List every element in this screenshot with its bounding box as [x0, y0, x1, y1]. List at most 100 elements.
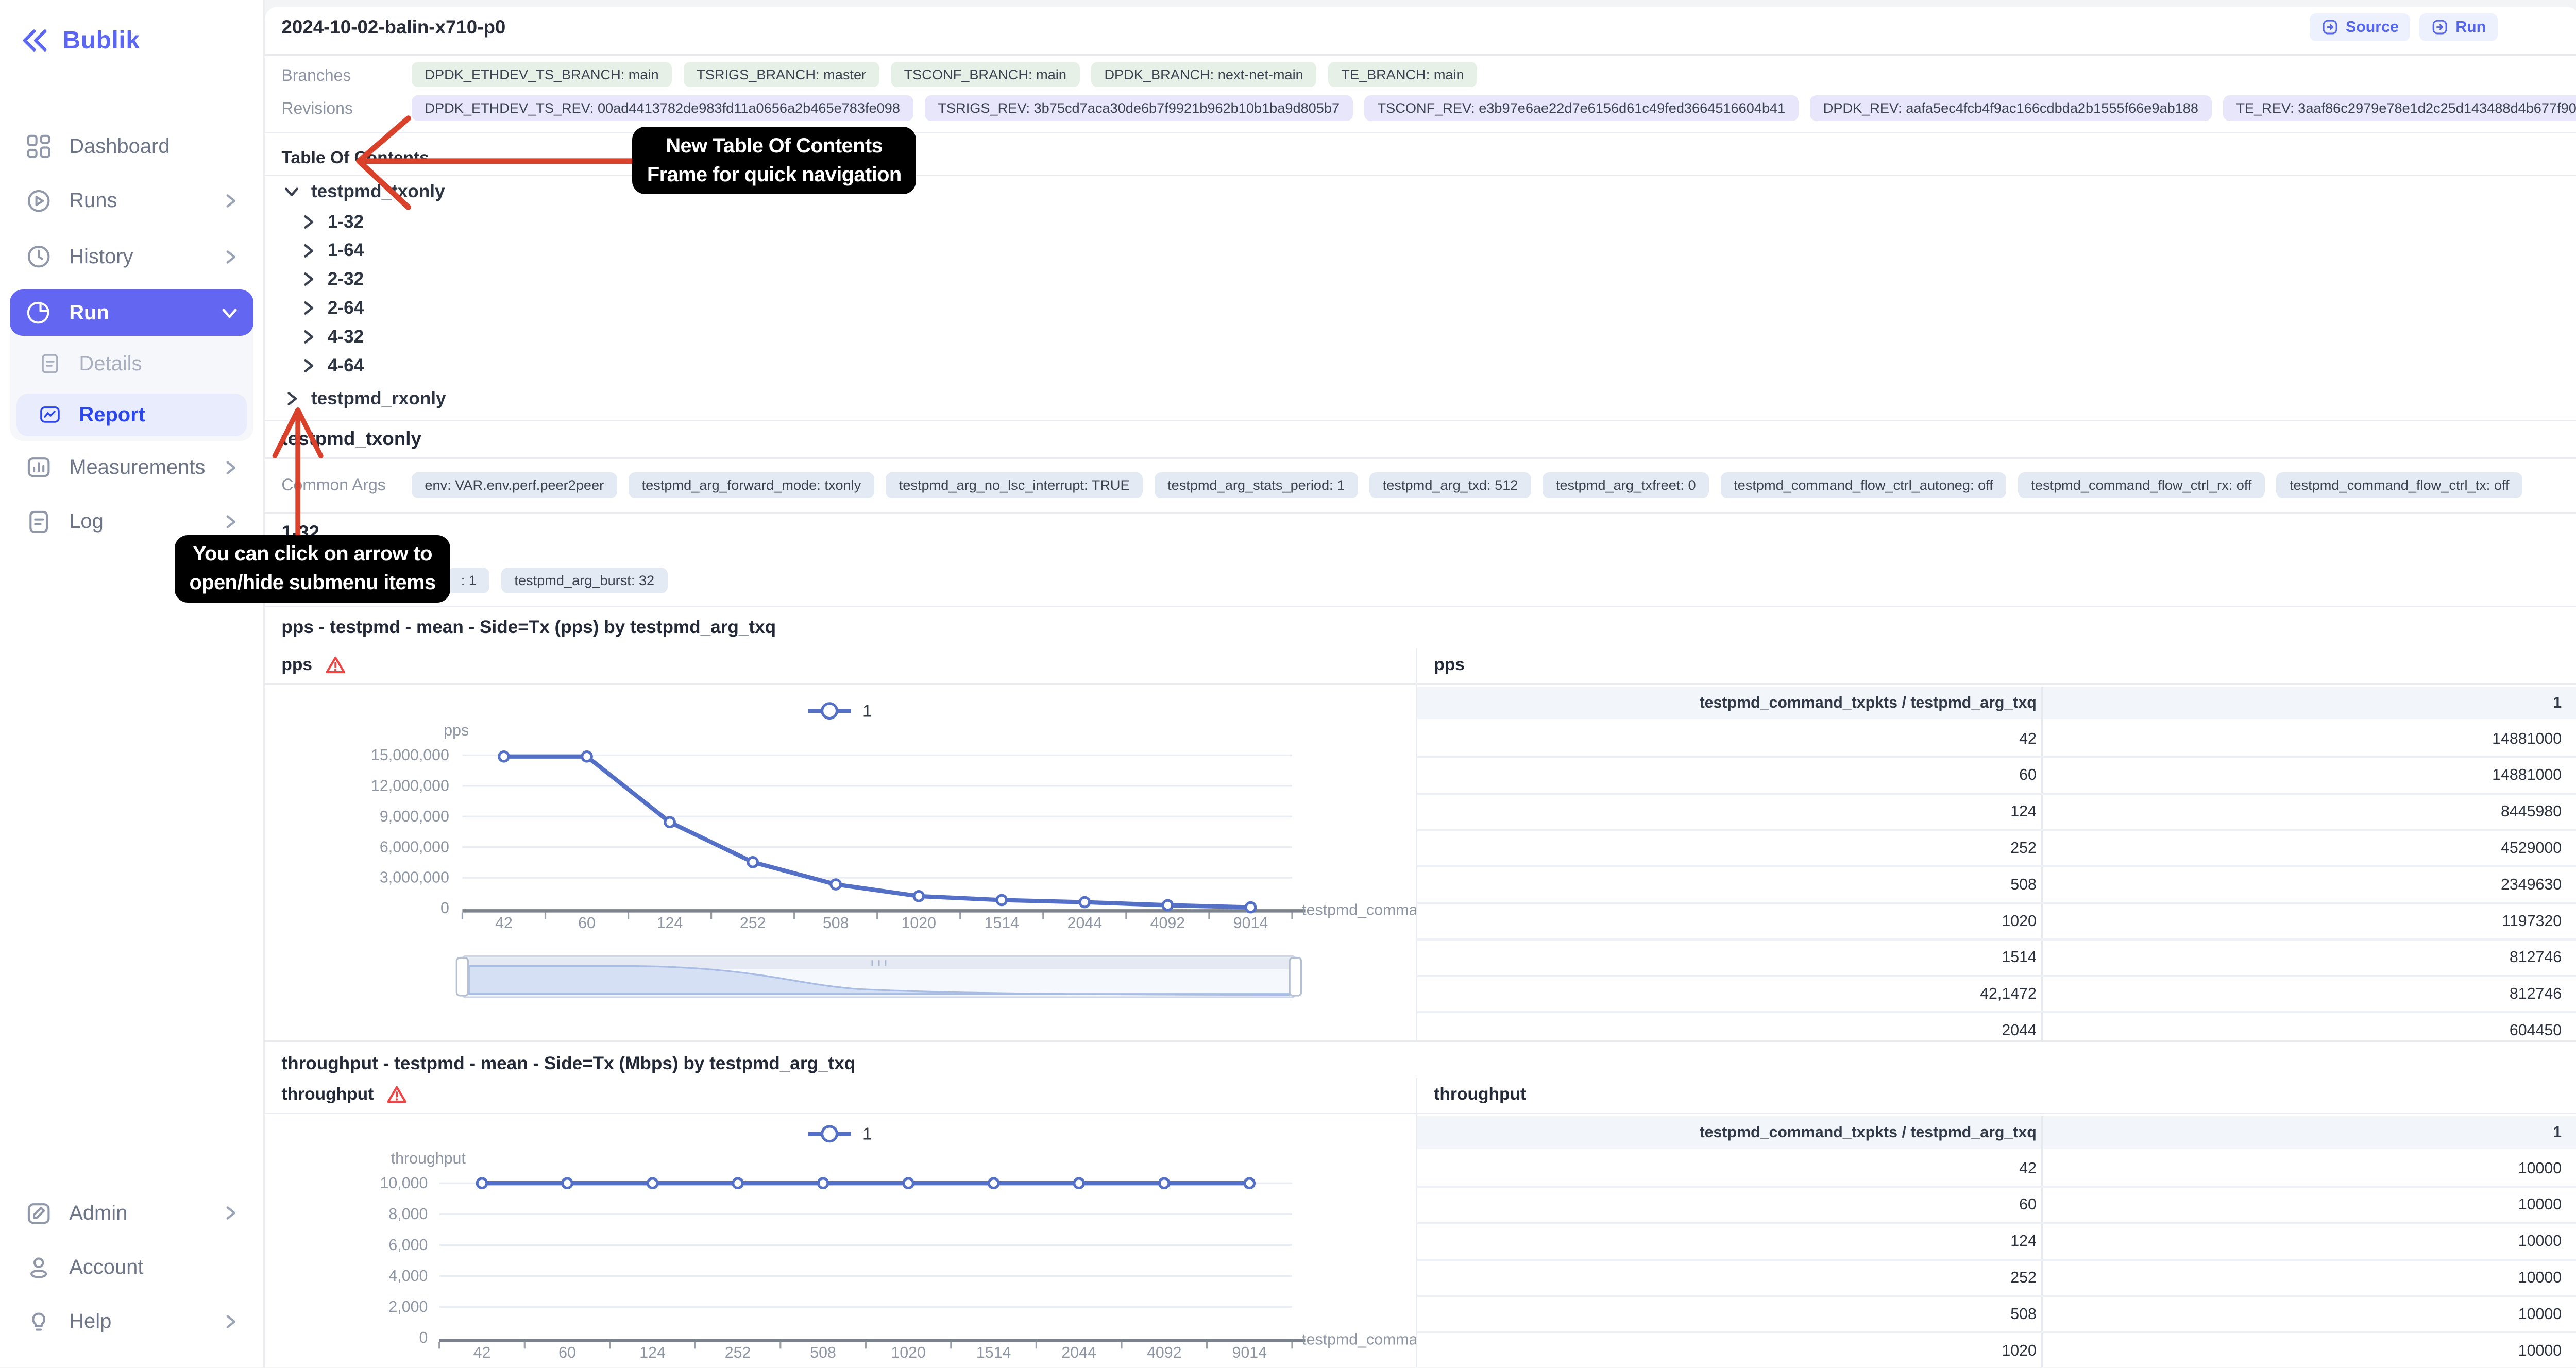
- sidebar-item-report[interactable]: Report: [16, 394, 247, 436]
- warning-icon: [387, 1085, 406, 1103]
- table-cell-x: 508: [2010, 1306, 2037, 1323]
- svg-text:1514: 1514: [976, 1344, 1011, 1361]
- table-cell-x: 252: [2010, 1269, 2037, 1287]
- table-cell-x: 252: [2010, 840, 2037, 857]
- toc-child-item[interactable]: 4-32: [300, 322, 364, 351]
- svg-text:6,000,000: 6,000,000: [380, 839, 449, 856]
- open-source-icon: [2321, 18, 2339, 36]
- sidebar-item-account[interactable]: Account: [10, 1244, 253, 1290]
- table-col1-header: testpmd_command_txpkts / testpmd_arg_txq: [1700, 687, 2037, 720]
- pps-line-chart[interactable]: pps03,000,0006,000,0009,000,00012,000,00…: [265, 685, 1416, 1040]
- throughput-chart-header: throughput: [281, 1085, 406, 1104]
- chevron-right-icon[interactable]: [300, 357, 316, 374]
- throughput-table-rows: 4210000601000012410000252100005081000010…: [1417, 1151, 2576, 1367]
- sidebar-item-help[interactable]: Help: [10, 1298, 253, 1344]
- table-row: 12410000: [1417, 1224, 2576, 1261]
- note-line: open/hide submenu items: [189, 569, 435, 597]
- warning-icon: [326, 656, 345, 674]
- chevron-right-icon[interactable]: [300, 329, 316, 345]
- note-line: Frame for quick navigation: [647, 161, 902, 190]
- svg-text:42: 42: [473, 1344, 491, 1361]
- table-row: 50810000: [1417, 1297, 2576, 1333]
- run-link-button[interactable]: Run: [2419, 13, 2498, 41]
- table-row: 2524529000: [1417, 831, 2576, 868]
- table-row: 5082349630: [1417, 867, 2576, 904]
- sidebar-item-label: Report: [79, 403, 145, 426]
- branch-tag: DPDK_BRANCH: next-net-main: [1091, 62, 1316, 88]
- revision-tag: DPDK_REV: aafa5ec4fcb4f9ac166cdbda2b1555…: [1810, 95, 2211, 121]
- admin-edit-icon: [25, 1199, 53, 1227]
- branch-tag: TE_BRANCH: main: [1328, 62, 1478, 88]
- sidebar-item-measurements[interactable]: Measurements: [10, 444, 253, 490]
- toc-child-item[interactable]: 1-64: [300, 236, 364, 265]
- svg-text:124: 124: [657, 915, 683, 932]
- chevron-right-icon: [222, 1205, 239, 1221]
- common-arg-tag: testpmd_arg_txd: 512: [1369, 472, 1531, 498]
- table-cell-x: 60: [2019, 766, 2037, 784]
- sidebar-collapse-icon[interactable]: [22, 27, 49, 54]
- toc-child-item[interactable]: 4-64: [300, 351, 364, 380]
- sidebar: Bublik Dashboard Runs History Run Detail…: [0, 0, 265, 1367]
- chevron-right-icon[interactable]: [300, 300, 316, 316]
- svg-text:2044: 2044: [1067, 915, 1103, 932]
- annotation-arrow-up: [263, 403, 336, 541]
- source-button[interactable]: Source: [2310, 13, 2411, 41]
- divider: [265, 457, 2576, 459]
- sidebar-item-details[interactable]: Details: [16, 343, 247, 385]
- sidebar-item-run[interactable]: Run: [10, 289, 253, 335]
- common-arg-tag: testpmd_arg_no_lsc_interrupt: TRUE: [886, 472, 1143, 498]
- chevron-down-icon[interactable]: [283, 183, 300, 200]
- pps-table-header: pps: [1434, 655, 1465, 675]
- table-cell-x: 1020: [2002, 1342, 2037, 1360]
- table-row: 4214881000: [1417, 722, 2576, 758]
- svg-text:9014: 9014: [1232, 1344, 1267, 1361]
- svg-text:1514: 1514: [985, 915, 1020, 932]
- log-icon: [25, 508, 53, 536]
- common-arg-tag: testpmd_command_flow_ctrl_rx: off: [2018, 472, 2265, 498]
- toc-child-item[interactable]: 2-64: [300, 294, 364, 322]
- table-cell-x: 42,1472: [1980, 985, 2037, 1003]
- throughput-table-title: throughput: [1434, 1085, 1526, 1104]
- divider: [265, 606, 2576, 607]
- chevron-right-icon[interactable]: [300, 214, 316, 230]
- subsection-arg-tag: : 1: [448, 568, 489, 593]
- table-cell-x: 60: [2019, 1196, 2037, 1213]
- svg-text:0: 0: [440, 900, 449, 917]
- table-row: 2044604450: [1417, 1013, 2576, 1040]
- svg-text:6,000: 6,000: [389, 1237, 428, 1254]
- revision-tags: DPDK_ETHDEV_TS_REV: 00ad4413782de983fd11…: [412, 95, 2576, 121]
- table-header-band: testpmd_command_txpkts / testpmd_arg_txq…: [1417, 1116, 2576, 1149]
- svg-text:1020: 1020: [891, 1344, 926, 1361]
- throughput-line-chart[interactable]: throughput02,0004,0006,0008,00010,000426…: [265, 1114, 1416, 1367]
- svg-text:4,000: 4,000: [389, 1268, 428, 1285]
- chevron-right-icon[interactable]: [300, 243, 316, 259]
- table-row: 4210000: [1417, 1151, 2576, 1188]
- svg-text:60: 60: [559, 1344, 577, 1361]
- sidebar-item-dashboard[interactable]: Dashboard: [10, 124, 253, 169]
- annotation-arrow-left: [346, 95, 646, 227]
- sidebar-item-admin[interactable]: Admin: [10, 1190, 253, 1236]
- toc-child-label: 4-32: [328, 327, 364, 347]
- table-col1-header: testpmd_command_txpkts / testpmd_arg_txq: [1700, 1116, 2037, 1149]
- common-arg-tag: env: VAR.env.perf.peer2peer: [412, 472, 617, 498]
- branch-tag: DPDK_ETHDEV_TS_BRANCH: main: [412, 62, 672, 88]
- sidebar-item-runs[interactable]: Runs: [10, 178, 253, 224]
- throughput-chart-title: throughput: [281, 1085, 374, 1104]
- throughput-section: throughput throughput throughput02,0004,…: [265, 1078, 2576, 1367]
- sidebar-item-history[interactable]: History: [10, 234, 253, 280]
- svg-text:124: 124: [640, 1344, 666, 1361]
- pps-table-rows: 4214881000601488100012484459802524529000…: [1417, 722, 2576, 1040]
- toc-child-item[interactable]: 2-32: [300, 265, 364, 294]
- chevron-right-icon: [222, 459, 239, 476]
- toc-child-label: 4-64: [328, 355, 364, 376]
- toc-child-label: 1-64: [328, 240, 364, 261]
- sidebar-item-label: Measurements: [69, 456, 206, 479]
- pps-chart-title: pps: [281, 655, 312, 675]
- divider: [265, 1040, 2576, 1042]
- subsection-extra-tags: testpmd_arg_burst: 32: [501, 568, 668, 593]
- table-cell-value: 10000: [2518, 1160, 2562, 1177]
- chevron-right-icon: [222, 514, 239, 530]
- svg-text:8,000: 8,000: [389, 1206, 428, 1223]
- chevron-right-icon[interactable]: [300, 271, 316, 287]
- table-row: 10201197320: [1417, 904, 2576, 940]
